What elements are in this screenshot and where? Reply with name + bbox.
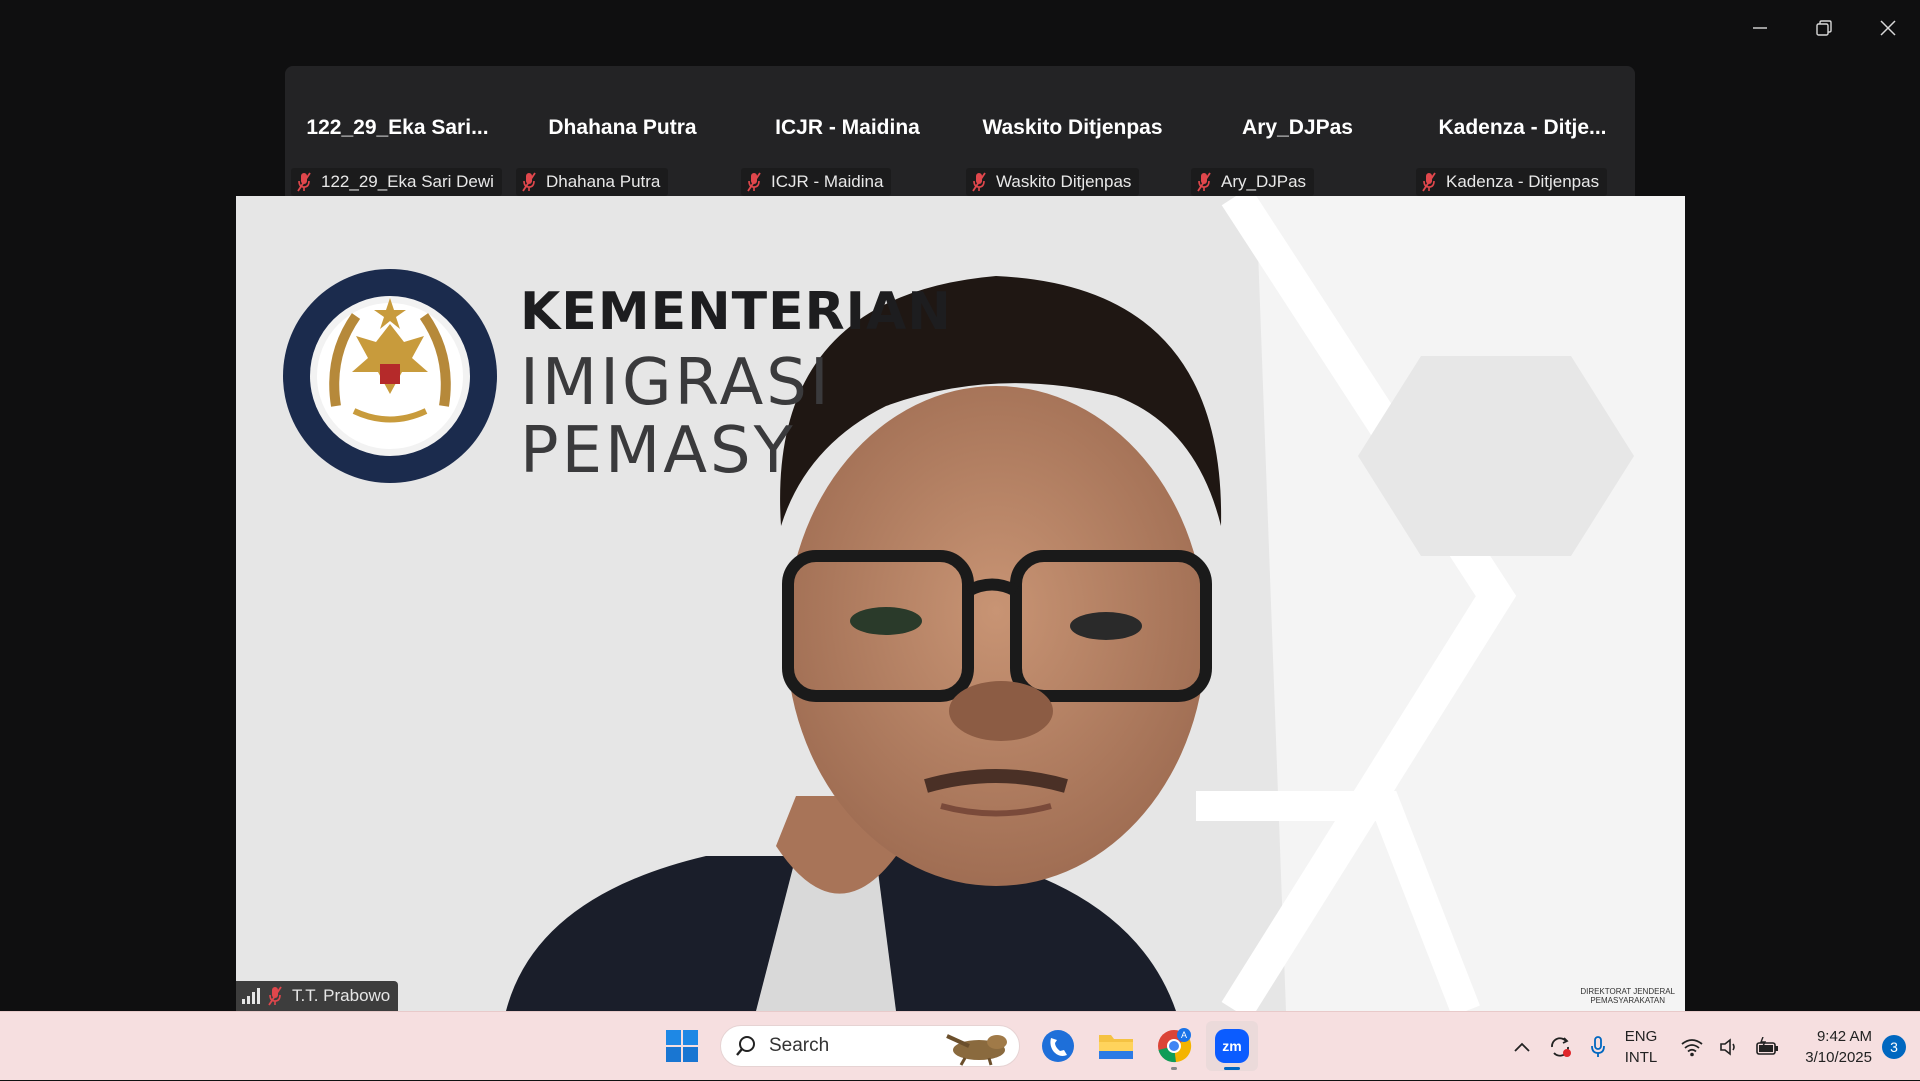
participant-name: Waskito Ditjenpas (982, 116, 1163, 139)
search-icon (736, 1036, 755, 1056)
participant-tile[interactable]: 122_29_Eka Sari... 122_29_Eka Sari Dewi (285, 66, 510, 196)
chevron-up-icon (1514, 1042, 1530, 1052)
language-code: ENG (1624, 1027, 1658, 1045)
wifi-icon (1681, 1038, 1703, 1056)
search-highlight-icon (946, 1034, 1007, 1066)
restore-icon (1816, 20, 1832, 36)
virtual-background (236, 196, 1685, 1011)
brand-line-1: KEMENTERIAN (520, 282, 952, 342)
participant-name: 122_29_Eka Sari... (306, 116, 489, 139)
file-explorer-button[interactable] (1090, 1021, 1142, 1071)
participant-name: Kadenza - Ditje... (1438, 116, 1607, 139)
chrome-profile-badge: A (1181, 1030, 1187, 1040)
speaker-video[interactable]: KEMENTERIAN IMIGRASI PEMASY DIREKTORAT J… (236, 196, 1685, 1011)
mic-muted-icon (522, 172, 536, 192)
volume-button[interactable] (1711, 1027, 1749, 1067)
sync-icon (1550, 1036, 1571, 1057)
participant-name: Dhahana Putra (548, 116, 697, 139)
participant-tag-label: Kadenza - Ditjenpas (1446, 172, 1600, 191)
minimize-icon (1753, 27, 1767, 29)
clock-time: 9:42 AM (1816, 1027, 1872, 1045)
close-icon (1880, 20, 1896, 36)
microphone-icon (1590, 1035, 1605, 1057)
clock[interactable]: 9:42 AM 3/10/2025 (1805, 1026, 1872, 1068)
restore-button[interactable] (1792, 0, 1856, 56)
microphone-tray-button[interactable] (1579, 1027, 1617, 1067)
taskbar-apps: Search A zm (656, 1021, 1258, 1071)
footer-line-1: DIREKTORAT JENDERAL (1580, 987, 1675, 996)
participant-tile[interactable]: Waskito Ditjenpas Waskito Ditjenpas (960, 66, 1185, 196)
brand-line-3: PEMASY (520, 414, 796, 488)
window-controls (1728, 0, 1920, 56)
system-tray: ENG INTL 9:42 AM 3/10/2025 3 (1503, 1012, 1920, 1081)
chrome-button[interactable]: A (1148, 1021, 1200, 1071)
keyboard-layout: INTL (1624, 1048, 1658, 1066)
svg-text:zm: zm (1222, 1038, 1241, 1054)
background-footer: DIREKTORAT JENDERAL PEMASYARAKATAN (1580, 987, 1675, 1005)
battery-icon (1756, 1036, 1779, 1055)
connection-signal-icon (242, 988, 260, 1004)
mic-muted-icon (268, 986, 282, 1006)
brand-line-2: IMIGRASI (520, 346, 832, 420)
file-explorer-icon (1099, 1035, 1133, 1059)
participant-tag-label: Waskito Ditjenpas (996, 172, 1132, 191)
zoom-button[interactable]: zm (1206, 1021, 1258, 1071)
ministry-seal-logo (283, 269, 497, 483)
input-language-indicator[interactable]: ENG INTL (1625, 1026, 1658, 1068)
participant-tag: Ary_DJPas (1191, 168, 1315, 196)
close-button[interactable] (1856, 0, 1920, 56)
participant-tag: 122_29_Eka Sari Dewi (291, 168, 502, 196)
mic-muted-icon (1197, 172, 1211, 192)
show-hidden-icons-button[interactable] (1503, 1027, 1541, 1067)
network-button[interactable] (1673, 1027, 1711, 1067)
participant-tag: ICJR - Maidina (741, 168, 892, 196)
sync-tray-button[interactable] (1541, 1027, 1579, 1067)
participant-tag-label: ICJR - Maidina (771, 172, 884, 191)
participant-name: ICJR - Maidina (775, 116, 920, 139)
participant-tile[interactable]: ICJR - Maidina ICJR - Maidina (735, 66, 960, 196)
zoom-meeting-window: 122_29_Eka Sari... 122_29_Eka Sari Dewi … (0, 0, 1920, 1011)
mic-muted-icon (972, 172, 986, 192)
clock-date: 3/10/2025 (1805, 1048, 1872, 1066)
participant-name: Ary_DJPas (1242, 116, 1353, 139)
mic-muted-icon (747, 172, 761, 192)
phone-link-button[interactable] (1032, 1021, 1084, 1071)
notification-badge[interactable]: 3 (1882, 1034, 1906, 1059)
search-placeholder: Search (769, 1035, 830, 1056)
taskbar-search[interactable]: Search (720, 1025, 1020, 1067)
participant-tag: Dhahana Putra (516, 168, 669, 196)
speaker-name: T.T. Prabowo (292, 986, 391, 1005)
running-indicator (1171, 1067, 1177, 1070)
mic-muted-icon (1422, 172, 1436, 192)
speaker-icon (1720, 1037, 1736, 1056)
participant-tag: Waskito Ditjenpas (966, 168, 1140, 196)
participant-tile[interactable]: Kadenza - Ditje... Kadenza - Ditjenpas (1410, 66, 1635, 196)
active-app-indicator (1224, 1067, 1240, 1070)
participant-tag-label: Dhahana Putra (546, 172, 661, 191)
footer-line-2: PEMASYARAKATAN (1590, 996, 1665, 1005)
minimize-button[interactable] (1728, 0, 1792, 56)
participant-tag-label: Ary_DJPas (1221, 172, 1307, 191)
speaker-name-tag: T.T. Prabowo (236, 981, 399, 1011)
windows-start-icon (666, 1030, 698, 1062)
chrome-icon: A (1158, 1028, 1192, 1063)
participant-tile[interactable]: Ary_DJPas Ary_DJPas (1185, 66, 1410, 196)
taskbar: Search A zm ENG INTL 9:42 AM 3/10/2025 3 (0, 1011, 1920, 1080)
participant-tile[interactable]: Dhahana Putra Dhahana Putra (510, 66, 735, 196)
participant-tag-label: 122_29_Eka Sari Dewi (321, 172, 494, 191)
phone-link-icon (1042, 1030, 1074, 1062)
mic-muted-icon (297, 172, 311, 192)
start-button[interactable] (656, 1021, 708, 1071)
battery-button[interactable] (1749, 1027, 1787, 1067)
participant-tag: Kadenza - Ditjenpas (1416, 168, 1608, 196)
zoom-icon: zm (1215, 1029, 1249, 1063)
participant-strip: 122_29_Eka Sari... 122_29_Eka Sari Dewi … (285, 66, 1635, 196)
